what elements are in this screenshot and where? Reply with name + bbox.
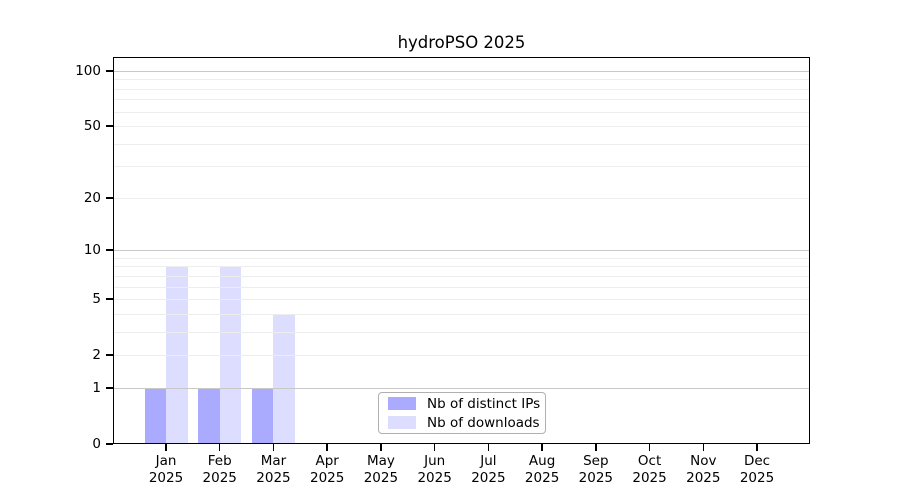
gridline-minor-9 bbox=[113, 257, 810, 259]
bar-downloads-mar bbox=[273, 313, 295, 444]
gridline-minor-4 bbox=[113, 313, 810, 315]
bar-distinct-ips-feb bbox=[198, 387, 220, 444]
x-tick-label-apr: Apr 2025 bbox=[310, 453, 345, 486]
legend-item-distinct-ips: Nb of distinct IPs bbox=[388, 396, 540, 412]
y-tick-label-20: 20 bbox=[83, 189, 101, 206]
gridline-minor-40 bbox=[113, 143, 810, 145]
x-tick-feb bbox=[218, 444, 221, 451]
gridline-major-1 bbox=[113, 387, 810, 389]
x-tick-aug bbox=[541, 444, 543, 451]
gridline-minor-2 bbox=[113, 355, 810, 357]
chart-title: hydroPSO 2025 bbox=[397, 33, 526, 52]
gridline-minor-3 bbox=[113, 331, 810, 333]
y-tick-1 bbox=[106, 387, 113, 389]
x-tick-label-nov: Nov 2025 bbox=[686, 453, 721, 486]
chart-canvas: hydroPSO 2025 0 1 2 5 10 20 50 100 Jan 2025 Feb 20… bbox=[0, 0, 900, 500]
y-tick-label-100: 100 bbox=[75, 63, 101, 79]
x-tick-label-may: May 2025 bbox=[363, 453, 399, 486]
x-tick-jan bbox=[165, 444, 167, 451]
legend-swatch-downloads bbox=[388, 416, 416, 429]
x-tick-label-mar: Mar 2025 bbox=[256, 453, 291, 486]
y-tick-label-0: 0 bbox=[92, 436, 101, 452]
x-tick-label-feb: Feb 2025 bbox=[202, 453, 237, 486]
gridline-major-10 bbox=[113, 250, 810, 252]
y-tick-10 bbox=[106, 249, 113, 251]
x-tick-label-oct: Oct 2025 bbox=[632, 453, 667, 486]
x-tick-label-aug: Aug 2025 bbox=[524, 453, 560, 486]
x-tick-apr bbox=[326, 444, 328, 451]
x-tick-sep bbox=[595, 444, 597, 451]
y-tick-label-10: 10 bbox=[83, 242, 101, 259]
legend: Nb of distinct IPs Nb of downloads bbox=[378, 392, 546, 434]
y-tick-5 bbox=[106, 298, 113, 300]
gridline-minor-70 bbox=[113, 99, 810, 101]
y-tick-label-50: 50 bbox=[83, 118, 101, 135]
gridline-minor-30 bbox=[113, 166, 810, 168]
x-tick-mar bbox=[272, 444, 275, 451]
legend-label-downloads: Nb of downloads bbox=[427, 414, 540, 431]
gridline-minor-8 bbox=[113, 266, 810, 268]
x-tick-label-sep: Sep 2025 bbox=[578, 453, 613, 486]
x-tick-may bbox=[380, 444, 382, 451]
y-tick-label-1: 1 bbox=[92, 379, 101, 396]
x-tick-oct bbox=[648, 444, 651, 451]
gridline-minor-60 bbox=[113, 111, 810, 113]
y-tick-20 bbox=[106, 197, 113, 199]
y-tick-50 bbox=[106, 125, 113, 127]
bar-distinct-ips-mar bbox=[251, 387, 274, 444]
gridline-minor-50 bbox=[113, 126, 810, 128]
bar-distinct-ips-jan bbox=[144, 387, 166, 444]
gridline-minor-90 bbox=[113, 79, 810, 81]
gridline-minor-20 bbox=[113, 197, 810, 199]
x-tick-jul bbox=[487, 444, 490, 451]
legend-item-downloads: Nb of downloads bbox=[388, 415, 540, 431]
plot-area bbox=[113, 57, 810, 444]
gridline-minor-6 bbox=[113, 286, 810, 288]
x-tick-dec bbox=[756, 444, 758, 451]
gridline-minor-80 bbox=[113, 88, 810, 90]
gridline-major-100 bbox=[113, 71, 810, 72]
gridline-minor-5 bbox=[113, 299, 810, 301]
y-tick-label-2: 2 bbox=[92, 347, 101, 364]
x-tick-jun bbox=[433, 444, 436, 451]
x-tick-label-dec: Dec 2025 bbox=[739, 453, 775, 486]
y-tick-100 bbox=[106, 70, 113, 72]
x-tick-nov bbox=[702, 444, 705, 451]
y-tick-0 bbox=[106, 443, 113, 445]
legend-label-distinct-ips: Nb of distinct IPs bbox=[427, 395, 541, 412]
y-tick-2 bbox=[106, 354, 113, 356]
x-tick-label-jan: Jan 2025 bbox=[148, 453, 184, 486]
x-tick-label-jun: Jun 2025 bbox=[417, 453, 452, 486]
legend-swatch-distinct-ips bbox=[388, 397, 416, 410]
y-tick-label-5: 5 bbox=[92, 291, 101, 308]
gridline-minor-7 bbox=[113, 275, 810, 277]
x-tick-label-jul: Jul 2025 bbox=[471, 453, 506, 486]
